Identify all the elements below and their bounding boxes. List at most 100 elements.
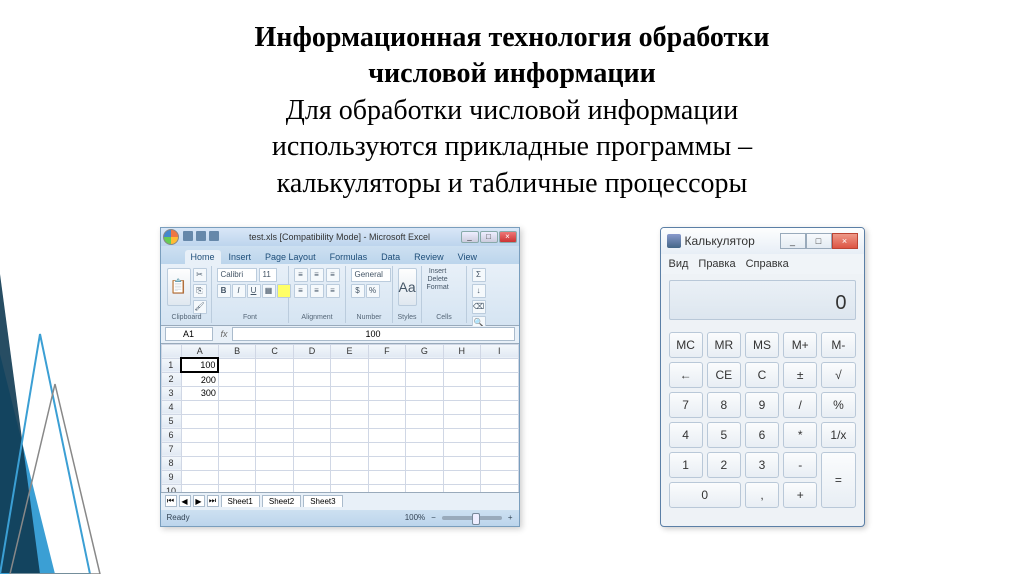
calc-key-c[interactable]: C <box>745 362 779 388</box>
fill-color-button[interactable] <box>277 284 291 298</box>
calc-key-minus[interactable]: - <box>783 452 817 478</box>
zoom-slider[interactable] <box>442 516 502 520</box>
calc-key-8[interactable]: 8 <box>707 392 741 418</box>
close-button[interactable]: × <box>499 231 517 243</box>
zoom-out-button[interactable]: − <box>431 513 436 522</box>
calc-key-ce[interactable]: CE <box>707 362 741 388</box>
cell[interactable]: 300 <box>181 386 218 400</box>
number-format-combo[interactable]: General <box>351 268 391 282</box>
align-bot-icon[interactable]: ≡ <box>326 268 340 282</box>
row-header[interactable]: 4 <box>161 400 181 414</box>
calc-key-plus[interactable]: + <box>783 482 817 508</box>
cells-format-label[interactable]: Format <box>427 284 449 291</box>
align-center-icon[interactable]: ≡ <box>310 284 324 298</box>
border-button[interactable]: ▦ <box>262 284 276 298</box>
col-header[interactable]: H <box>443 344 480 358</box>
spreadsheet-grid[interactable]: A B C D E F G H I 1100 2200 3300 4 5 <box>161 344 519 492</box>
italic-button[interactable]: I <box>232 284 246 298</box>
cut-icon[interactable]: ✂ <box>193 268 207 282</box>
percent-icon[interactable]: % <box>366 284 380 298</box>
formula-input[interactable]: 100 <box>232 327 515 341</box>
calc-maximize-button[interactable]: □ <box>806 233 832 249</box>
office-button[interactable] <box>163 229 179 245</box>
calc-key-2[interactable]: 2 <box>707 452 741 478</box>
row-header[interactable]: 2 <box>161 372 181 386</box>
fx-label[interactable]: fx <box>221 329 228 339</box>
calc-menu-help[interactable]: Справка <box>746 258 789 270</box>
undo-icon[interactable] <box>196 231 206 241</box>
tab-data[interactable]: Data <box>375 250 406 264</box>
calc-key-equals[interactable]: = <box>821 452 855 508</box>
save-icon[interactable] <box>183 231 193 241</box>
paste-button[interactable]: 📋 <box>167 268 191 306</box>
tab-formulas[interactable]: Formulas <box>324 250 374 264</box>
redo-icon[interactable] <box>209 231 219 241</box>
tab-view[interactable]: View <box>452 250 483 264</box>
col-header[interactable]: D <box>293 344 330 358</box>
align-mid-icon[interactable]: ≡ <box>310 268 324 282</box>
cells-delete-label[interactable]: Delete <box>427 276 449 283</box>
calc-key-ms[interactable]: MS <box>745 332 779 358</box>
underline-button[interactable]: U <box>247 284 261 298</box>
calc-key-9[interactable]: 9 <box>745 392 779 418</box>
row-header[interactable]: 5 <box>161 414 181 428</box>
sheet-tab[interactable]: Sheet3 <box>303 495 342 507</box>
calc-key-multiply[interactable]: * <box>783 422 817 448</box>
row-header[interactable]: 3 <box>161 386 181 400</box>
align-top-icon[interactable]: ≡ <box>294 268 308 282</box>
calc-key-sqrt[interactable]: √ <box>821 362 855 388</box>
tab-insert[interactable]: Insert <box>223 250 258 264</box>
col-header[interactable]: I <box>481 344 519 358</box>
calc-key-divide[interactable]: / <box>783 392 817 418</box>
col-header[interactable]: A <box>181 344 218 358</box>
calc-key-backspace[interactable]: ← <box>669 362 703 388</box>
calc-key-4[interactable]: 4 <box>669 422 703 448</box>
tab-page-layout[interactable]: Page Layout <box>259 250 322 264</box>
cells-insert-label[interactable]: Insert <box>427 268 449 275</box>
tab-review[interactable]: Review <box>408 250 450 264</box>
select-all-corner[interactable] <box>161 344 181 358</box>
row-header[interactable]: 6 <box>161 428 181 442</box>
calc-key-1[interactable]: 1 <box>669 452 703 478</box>
row-header[interactable]: 10 <box>161 484 181 492</box>
format-painter-icon[interactable]: 🖌 <box>193 300 207 314</box>
row-header[interactable]: 8 <box>161 456 181 470</box>
maximize-button[interactable]: □ <box>480 231 498 243</box>
sheet-nav-next-icon[interactable]: ▶ <box>193 495 205 507</box>
sheet-nav-last-icon[interactable]: ⏭ <box>207 495 219 507</box>
calc-key-0[interactable]: 0 <box>669 482 741 508</box>
font-name-combo[interactable]: Calibri <box>217 268 257 282</box>
calc-key-percent[interactable]: % <box>821 392 855 418</box>
autosum-icon[interactable]: Σ <box>472 268 486 282</box>
calc-key-decimal[interactable]: , <box>745 482 779 508</box>
align-left-icon[interactable]: ≡ <box>294 284 308 298</box>
calc-key-reciprocal[interactable]: 1/x <box>821 422 855 448</box>
cell[interactable]: 100 <box>181 358 218 372</box>
styles-button[interactable]: Aa <box>398 268 417 306</box>
row-header[interactable]: 1 <box>161 358 181 372</box>
zoom-in-button[interactable]: + <box>508 513 513 522</box>
col-header[interactable]: F <box>368 344 405 358</box>
calc-key-7[interactable]: 7 <box>669 392 703 418</box>
row-header[interactable]: 9 <box>161 470 181 484</box>
sheet-nav-first-icon[interactable]: ⏮ <box>165 495 177 507</box>
col-header[interactable]: B <box>218 344 255 358</box>
currency-icon[interactable]: $ <box>351 284 365 298</box>
sheet-nav-prev-icon[interactable]: ◀ <box>179 495 191 507</box>
calc-menu-view[interactable]: Вид <box>669 258 689 270</box>
bold-button[interactable]: B <box>217 284 231 298</box>
cell[interactable]: 200 <box>181 372 218 386</box>
calc-key-5[interactable]: 5 <box>707 422 741 448</box>
calc-minimize-button[interactable]: _ <box>780 233 806 249</box>
name-box[interactable]: A1 <box>165 327 213 341</box>
calc-key-negate[interactable]: ± <box>783 362 817 388</box>
col-header[interactable]: C <box>256 344 293 358</box>
col-header[interactable]: G <box>406 344 443 358</box>
calc-key-6[interactable]: 6 <box>745 422 779 448</box>
font-size-combo[interactable]: 11 <box>259 268 277 282</box>
minimize-button[interactable]: _ <box>461 231 479 243</box>
sheet-tab[interactable]: Sheet1 <box>221 495 260 507</box>
calc-key-3[interactable]: 3 <box>745 452 779 478</box>
calc-key-mc[interactable]: MC <box>669 332 703 358</box>
row-header[interactable]: 7 <box>161 442 181 456</box>
